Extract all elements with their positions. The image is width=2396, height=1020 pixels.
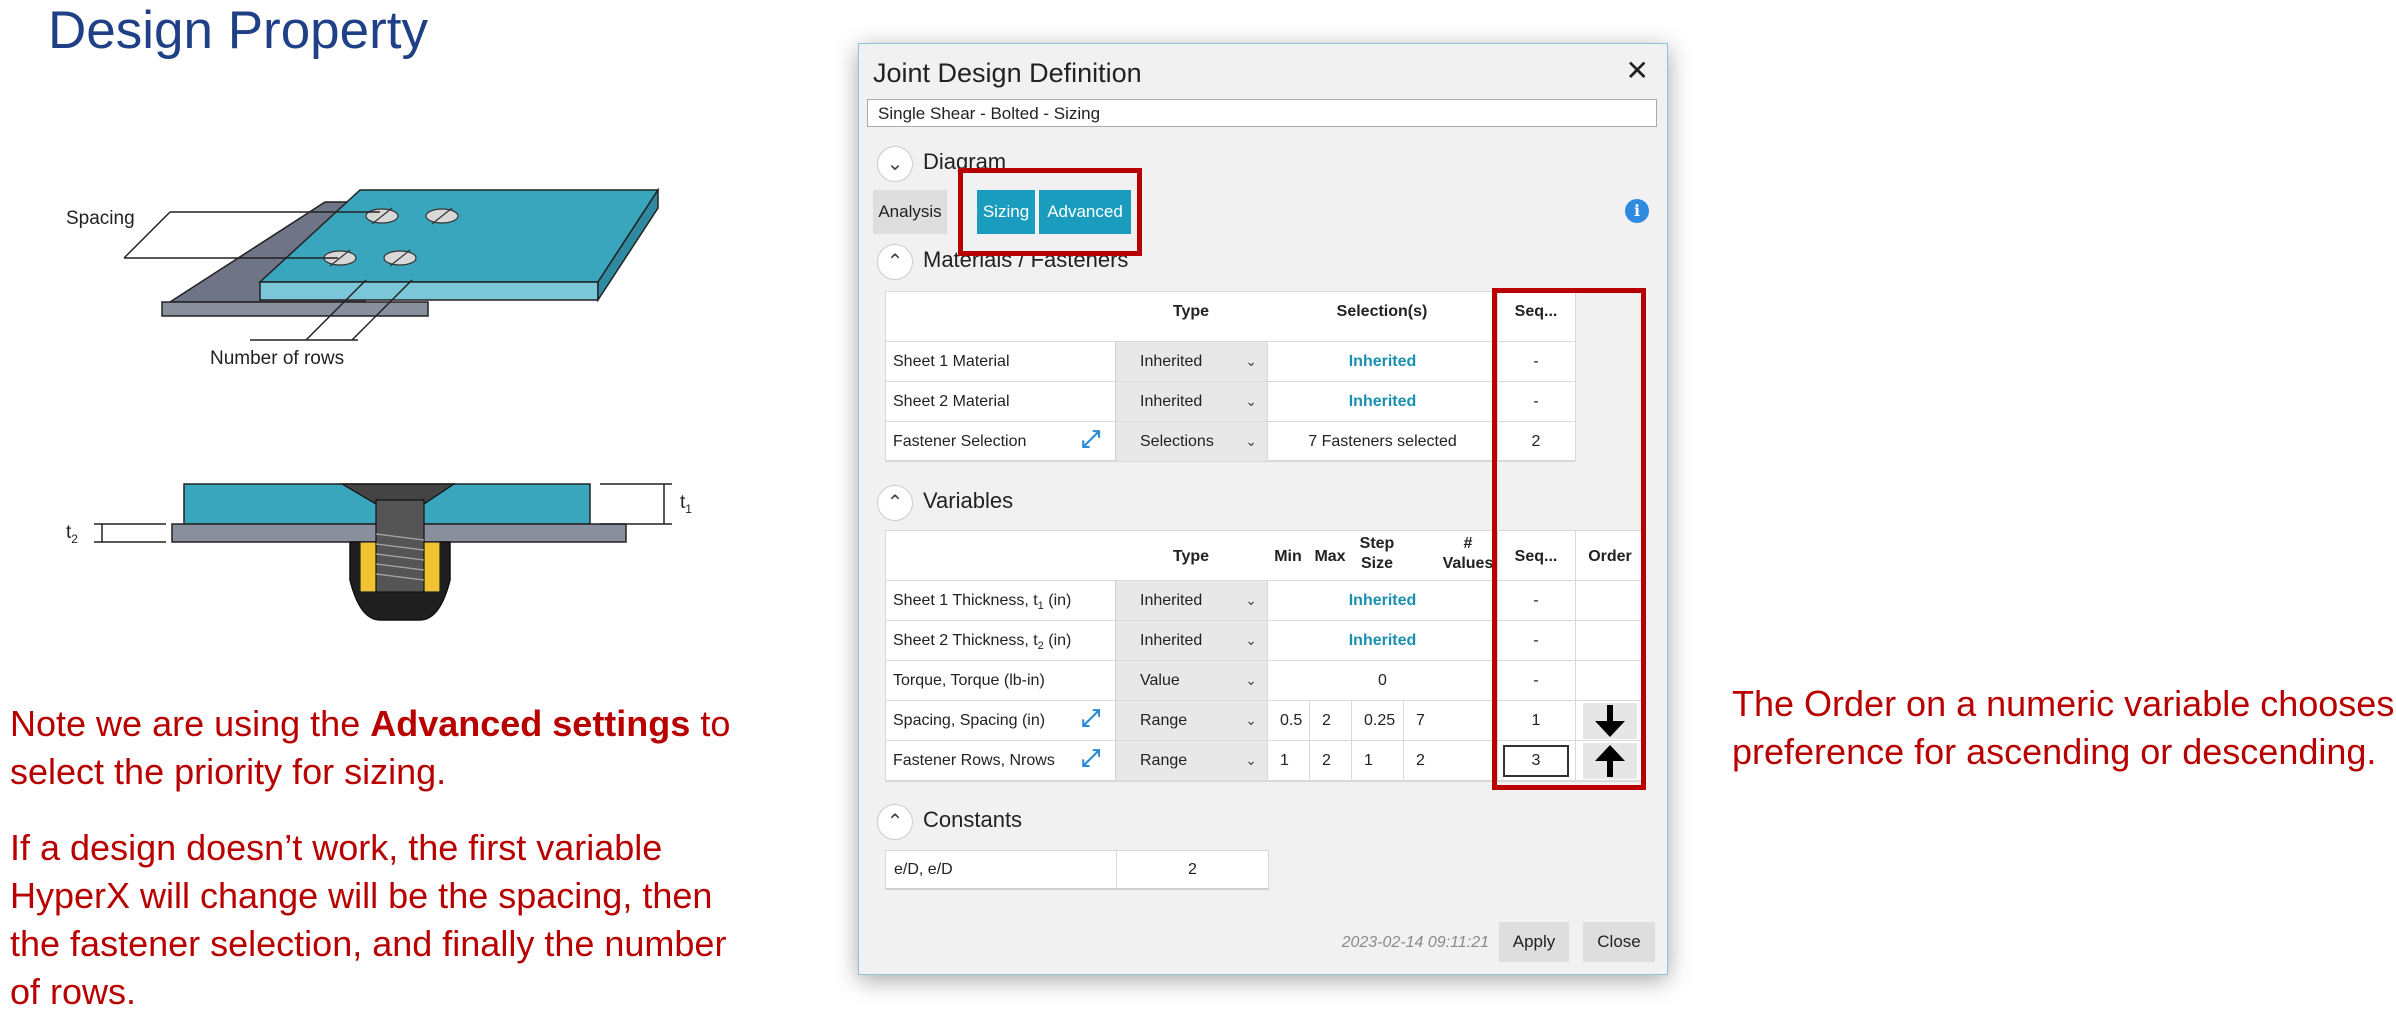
variable-value[interactable]: 0 bbox=[1267, 661, 1497, 701]
step-value[interactable]: 0.25 bbox=[1351, 701, 1403, 741]
materials-selections-header: Selection(s) bbox=[1336, 303, 1428, 320]
slide-title: Design Property bbox=[48, 1, 429, 60]
chevron-up-icon[interactable]: ⌃ bbox=[877, 244, 913, 280]
type-dropdown[interactable]: Selections ⌄ bbox=[1115, 422, 1267, 461]
dropdown-arrow-icon: ⌄ bbox=[1245, 632, 1257, 648]
chevron-down-icon[interactable]: ⌄ bbox=[877, 146, 913, 182]
timestamp: 2023-02-14 09:11:21 bbox=[1341, 934, 1489, 951]
materials-type-header: Type bbox=[1172, 303, 1210, 320]
dropdown-arrow-icon: ⌄ bbox=[1245, 393, 1257, 409]
table-row: Sheet 1 Material Inherited ⌄ Inherited - bbox=[885, 341, 1575, 382]
spacing-label: Spacing bbox=[66, 208, 135, 229]
variable-value[interactable]: Inherited bbox=[1267, 581, 1497, 621]
rows-label: Number of rows bbox=[210, 348, 345, 369]
tab-analysis[interactable]: Analysis bbox=[873, 190, 947, 234]
selection-value[interactable]: Inherited bbox=[1267, 382, 1497, 422]
type-dropdown[interactable]: Inherited ⌄ bbox=[1115, 342, 1267, 381]
selection-value[interactable]: Inherited bbox=[1267, 342, 1497, 382]
variables-section-title: Variables bbox=[923, 488, 1014, 513]
note-sizing-order: If a design doesn’t work, the first vari… bbox=[10, 827, 727, 1012]
variables-min-header: Min bbox=[1274, 548, 1302, 565]
selection-value[interactable]: 7 Fasteners selected bbox=[1267, 422, 1497, 462]
max-value[interactable]: 2 bbox=[1309, 741, 1351, 781]
type-dropdown[interactable]: Value ⌄ bbox=[1115, 661, 1267, 700]
type-dropdown[interactable]: Range ⌄ bbox=[1115, 701, 1267, 740]
expand-arrow-icon[interactable]: ⤢ bbox=[1081, 426, 1100, 454]
expand-arrow-icon[interactable]: ⤢ bbox=[1081, 705, 1100, 733]
dropdown-arrow-icon: ⌄ bbox=[1245, 752, 1257, 768]
constants-table: e/D, e/D 2 bbox=[885, 850, 1269, 890]
nvalues-value[interactable]: 2 bbox=[1403, 741, 1497, 781]
variables-step-header: Step Size bbox=[1359, 535, 1395, 572]
dropdown-arrow-icon: ⌄ bbox=[1245, 433, 1257, 449]
t1-label: t1 bbox=[680, 492, 692, 516]
expand-arrow-icon[interactable]: ⤢ bbox=[1081, 745, 1100, 773]
type-dropdown[interactable]: Range ⌄ bbox=[1115, 741, 1267, 780]
advanced-highlight-box bbox=[958, 168, 1142, 256]
row-label: Sheet 2 Material bbox=[893, 393, 1010, 410]
dropdown-arrow-icon: ⌄ bbox=[1245, 592, 1257, 608]
note-advanced-settings: Note we are using the Advanced settings … bbox=[10, 703, 731, 792]
max-value[interactable]: 2 bbox=[1309, 701, 1351, 741]
fastener-cross-section-illustration bbox=[94, 483, 672, 621]
dropdown-arrow-icon: ⌄ bbox=[1245, 353, 1257, 369]
nvalues-value[interactable]: 7 bbox=[1403, 701, 1497, 741]
dropdown-arrow-icon: ⌄ bbox=[1245, 672, 1257, 688]
lap-joint-illustration bbox=[123, 187, 660, 341]
min-value[interactable]: 1 bbox=[1267, 741, 1309, 781]
close-button[interactable]: Close bbox=[1583, 922, 1655, 962]
chevron-up-icon[interactable]: ⌃ bbox=[877, 804, 913, 840]
table-row: Fastener Selection ⤢ Selections ⌄ 7 Faste… bbox=[885, 421, 1575, 462]
note-order-explanation: The Order on a numeric variable chooses … bbox=[1732, 683, 2395, 772]
materials-table: Type Selection(s) Seq... Sheet 1 Materia… bbox=[885, 291, 1576, 462]
t2-label: t2 bbox=[66, 522, 78, 546]
type-dropdown[interactable]: Inherited ⌄ bbox=[1115, 382, 1267, 421]
type-dropdown[interactable]: Inherited ⌄ bbox=[1115, 621, 1267, 660]
row-label: Torque, Torque (lb-in) bbox=[893, 672, 1045, 689]
row-label: Fastener Selection bbox=[893, 433, 1027, 450]
step-value[interactable]: 1 bbox=[1351, 741, 1403, 781]
row-label: Spacing, Spacing (in) bbox=[893, 712, 1046, 729]
type-dropdown[interactable]: Inherited ⌄ bbox=[1115, 581, 1267, 620]
close-icon[interactable]: ✕ bbox=[1626, 54, 1649, 87]
analysis-type-field: Single Shear - Bolted - Sizing bbox=[867, 99, 1657, 127]
variables-max-header: Max bbox=[1314, 548, 1346, 565]
variables-type-header: Type bbox=[1172, 548, 1210, 565]
dropdown-arrow-icon: ⌄ bbox=[1245, 712, 1257, 728]
variable-value[interactable]: Inherited bbox=[1267, 621, 1497, 661]
min-value[interactable]: 0.5 bbox=[1267, 701, 1309, 741]
constants-section-title: Constants bbox=[923, 807, 1023, 832]
row-label: Sheet 1 Material bbox=[893, 353, 1010, 370]
seq-order-highlight-box bbox=[1492, 288, 1646, 790]
chevron-up-icon[interactable]: ⌃ bbox=[877, 485, 913, 521]
apply-button[interactable]: Apply bbox=[1499, 922, 1569, 962]
table-row: Sheet 2 Material Inherited ⌄ Inherited - bbox=[885, 381, 1575, 422]
variables-nvalues-header: # Values bbox=[1442, 535, 1494, 572]
row-label: Fastener Rows, Nrows bbox=[893, 752, 1055, 769]
constant-value[interactable]: 2 bbox=[1116, 851, 1268, 889]
dialog-title: Joint Design Definition bbox=[873, 58, 1142, 88]
info-icon[interactable]: i bbox=[1625, 199, 1649, 223]
row-label: e/D, e/D bbox=[894, 861, 953, 878]
